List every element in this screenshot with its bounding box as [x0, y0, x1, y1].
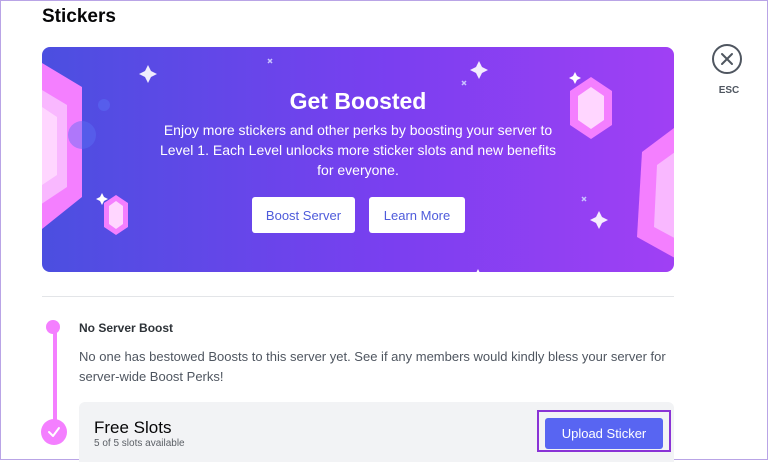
banner-description: Enjoy more stickers and other perks by b…: [159, 122, 557, 178]
close-label: ESC: [718, 85, 740, 96]
page-title: Stickers: [42, 6, 116, 27]
learn-more-button[interactable]: Learn More: [369, 197, 465, 233]
check-icon: [41, 419, 67, 445]
free-slots-panel: Free Slots 5 of 5 slots available Upload…: [79, 402, 674, 462]
boost-server-button[interactable]: Boost Server: [252, 197, 355, 233]
banner-heading: Get Boosted: [289, 88, 427, 114]
slots-available-text: 5 of 5 slots available: [94, 438, 185, 449]
timeline-dot: [46, 320, 60, 334]
free-slots-title: Free Slots: [94, 418, 172, 437]
close-icon[interactable]: [712, 44, 742, 74]
upload-sticker-button[interactable]: Upload Sticker: [545, 418, 663, 449]
boost-banner: Get Boosted Enjoy more stickers and othe…: [42, 47, 674, 272]
divider: [42, 296, 674, 297]
tier-title: No Server Boost: [79, 321, 174, 335]
tier-description: No one has bestowed Boosts to this serve…: [79, 349, 666, 384]
close-button[interactable]: ESC: [712, 44, 748, 96]
